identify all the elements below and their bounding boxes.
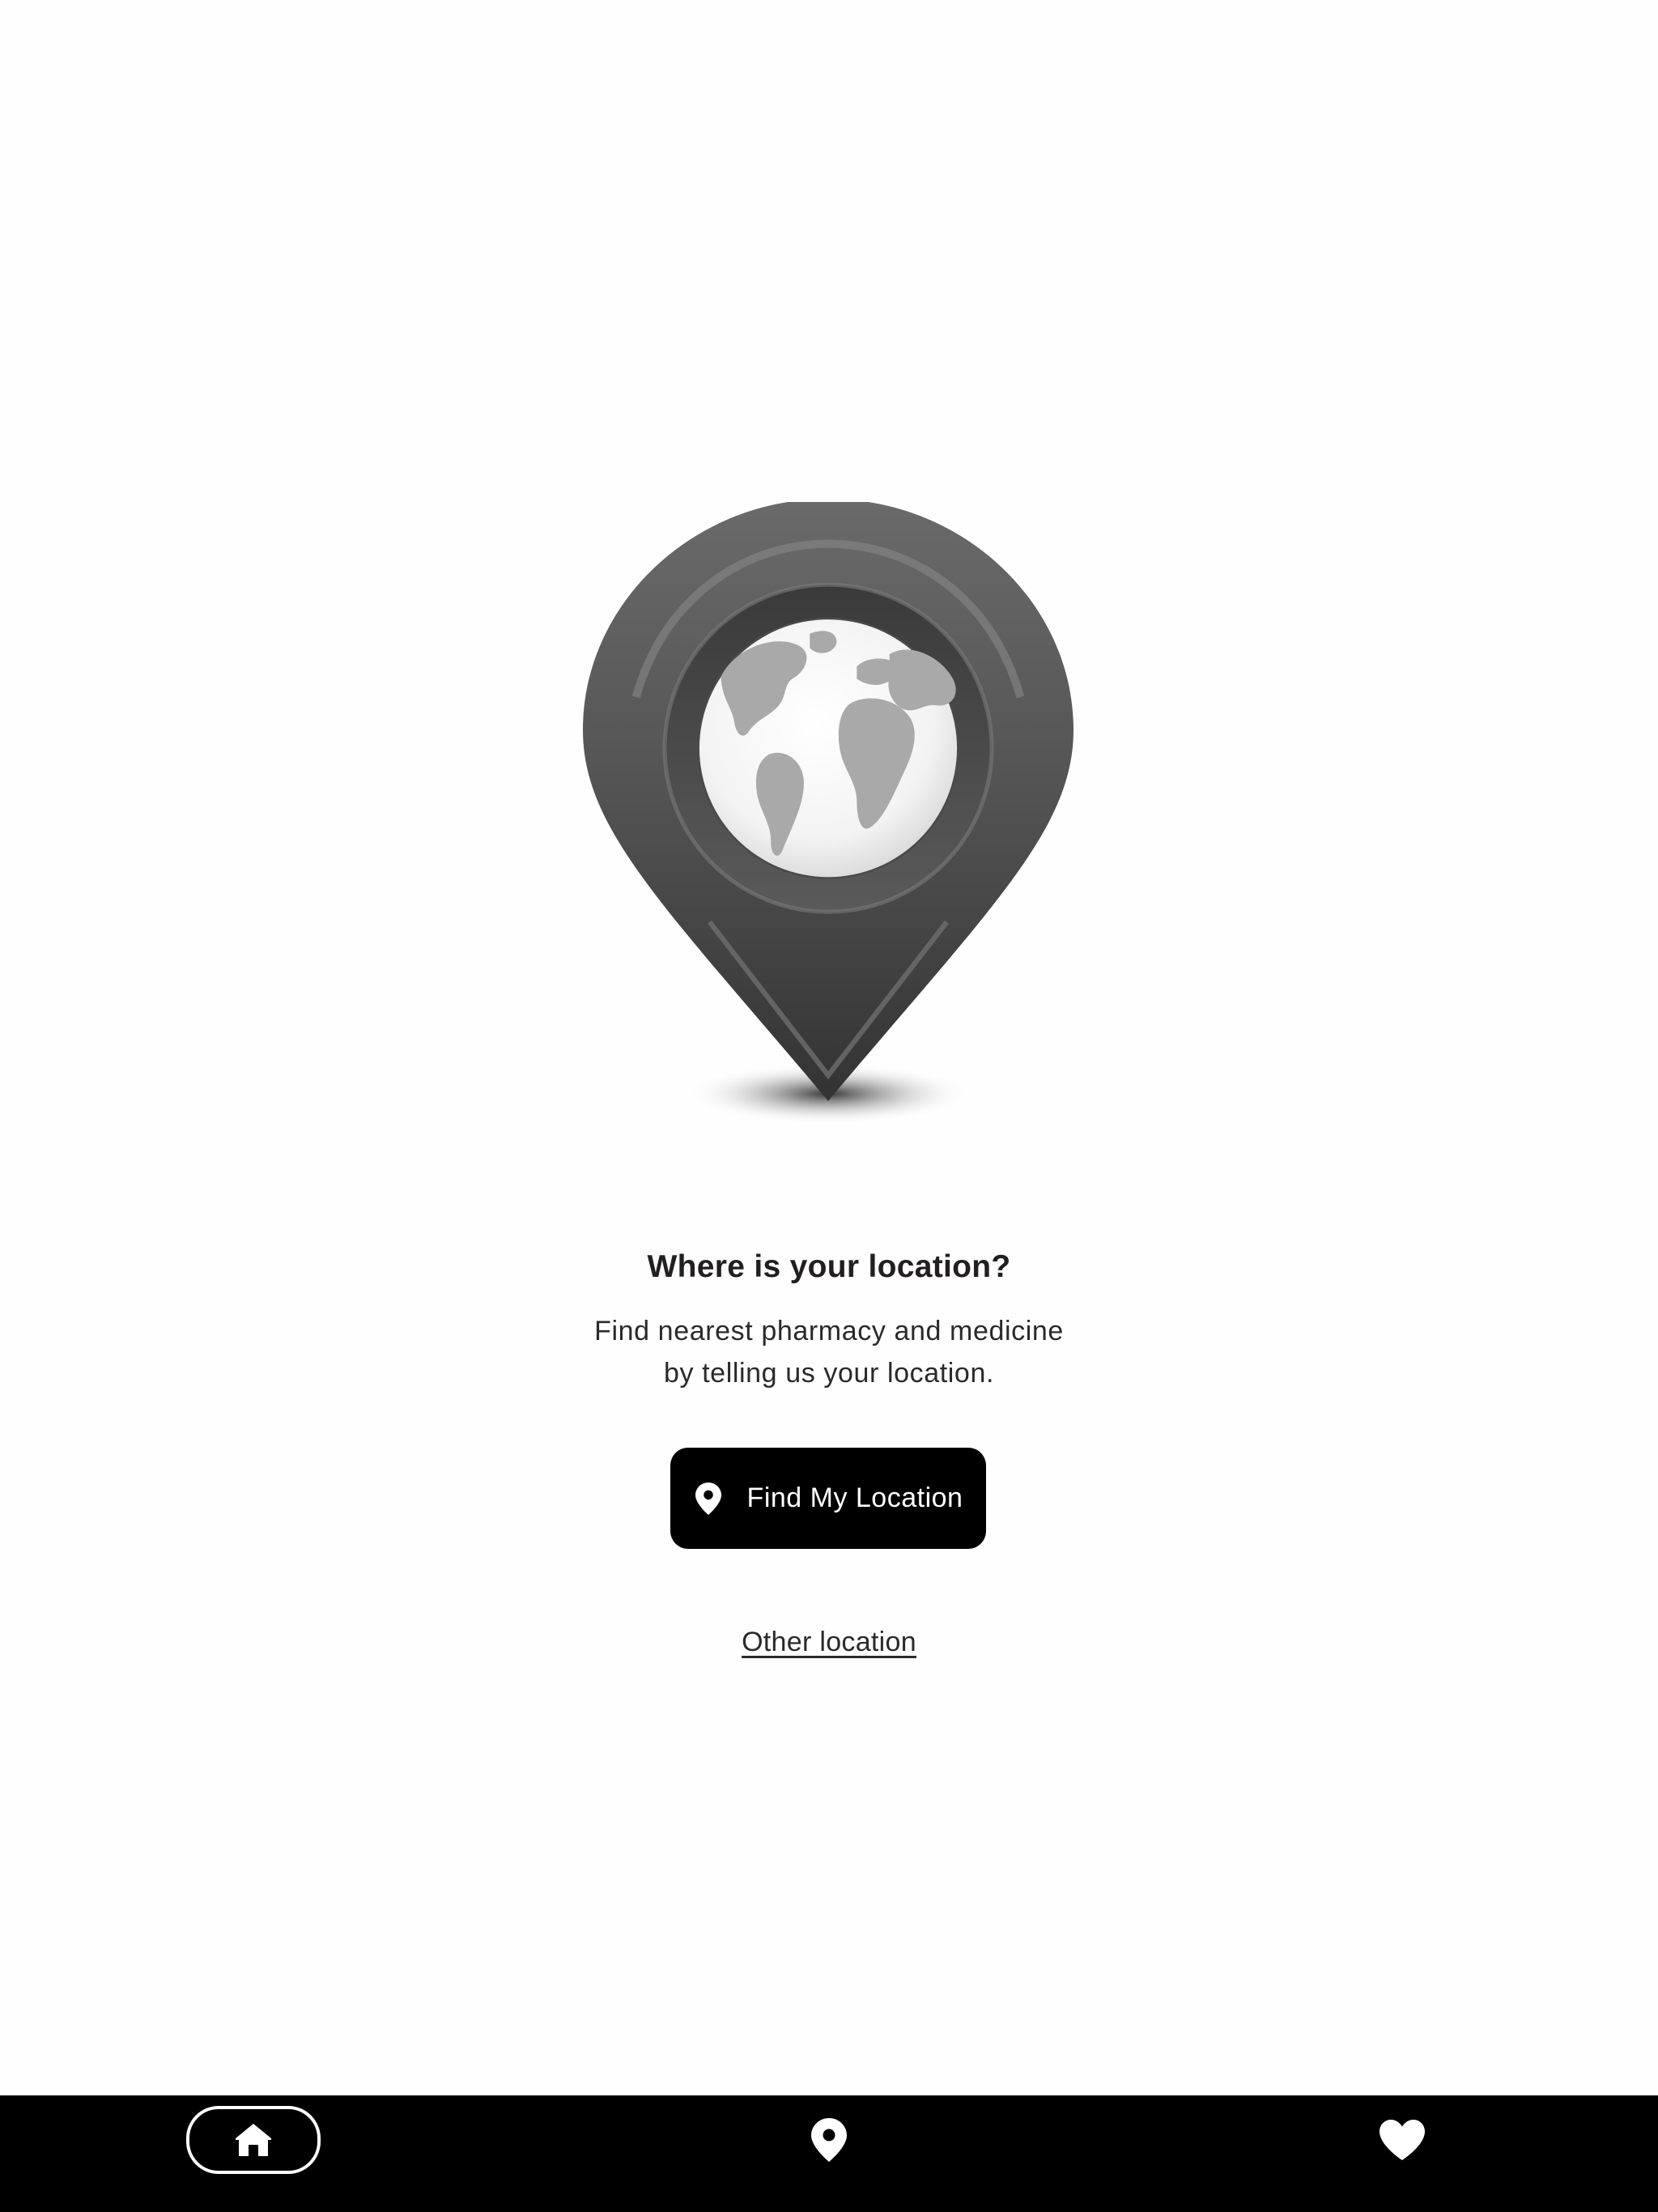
heart-icon bbox=[1380, 2120, 1425, 2160]
home-icon bbox=[236, 2124, 271, 2156]
other-location-link[interactable]: Other location bbox=[0, 1619, 1658, 1665]
page-subtitle: Find nearest pharmacy and medicine by te… bbox=[546, 1310, 1112, 1394]
find-my-location-label: Find My Location bbox=[746, 1482, 963, 1513]
subtitle-line-1: Find nearest pharmacy and medicine bbox=[594, 1316, 1064, 1346]
location-pin-icon bbox=[811, 2118, 847, 2162]
nav-location[interactable] bbox=[797, 2095, 861, 2184]
map-pin-globe-icon bbox=[583, 502, 1073, 1125]
nav-home[interactable] bbox=[186, 2095, 321, 2184]
subtitle-line-2: by telling us your location. bbox=[663, 1358, 994, 1389]
bottom-navigation bbox=[0, 2095, 1658, 2212]
location-pin-icon bbox=[694, 1482, 723, 1515]
location-prompt: Where is your location? Find nearest pha… bbox=[0, 1239, 1658, 1394]
page-title: Where is your location? bbox=[647, 1249, 1011, 1284]
find-my-location-button[interactable]: Find My Location bbox=[670, 1448, 986, 1549]
nav-home-active-pill bbox=[186, 2106, 321, 2174]
nav-favorites[interactable] bbox=[1368, 2095, 1436, 2184]
map-pin-globe-illustration bbox=[583, 502, 1073, 1134]
